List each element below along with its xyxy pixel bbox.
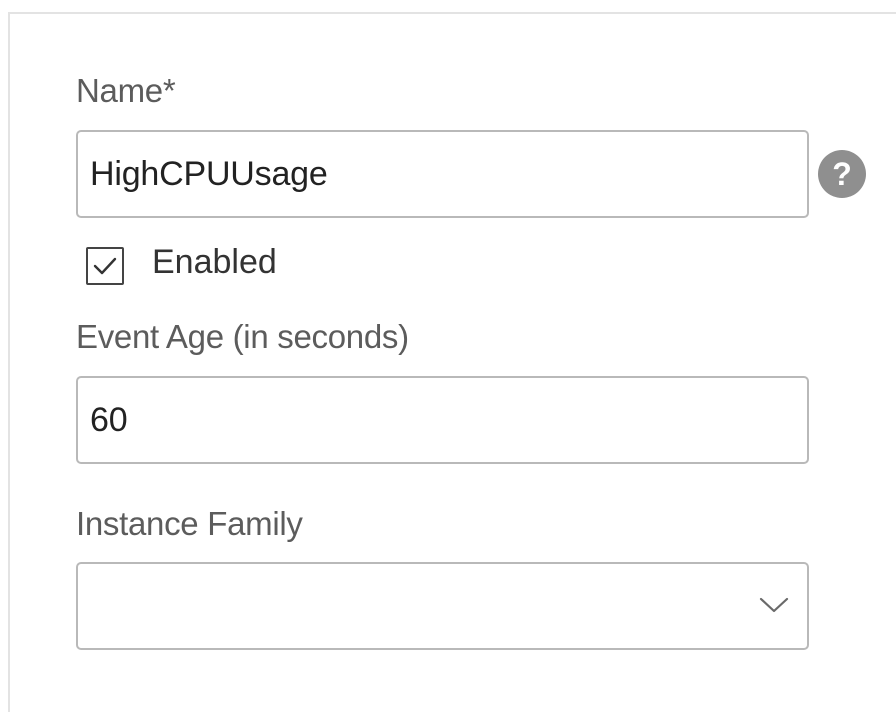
name-label: Name* — [76, 72, 176, 109]
instance-family-label: Instance Family — [76, 505, 303, 542]
instance-family-select[interactable] — [76, 562, 809, 650]
name-input[interactable]: HighCPUUsage — [76, 130, 809, 218]
event-age-input[interactable]: 60 — [76, 376, 809, 464]
enabled-label: Enabled — [152, 243, 277, 281]
event-age-label: Event Age (in seconds) — [76, 318, 409, 355]
enabled-checkbox[interactable] — [86, 247, 124, 285]
question-circle-icon[interactable]: ? — [818, 150, 866, 198]
chevron-down-icon — [759, 597, 789, 613]
checkmark-icon — [93, 257, 117, 275]
